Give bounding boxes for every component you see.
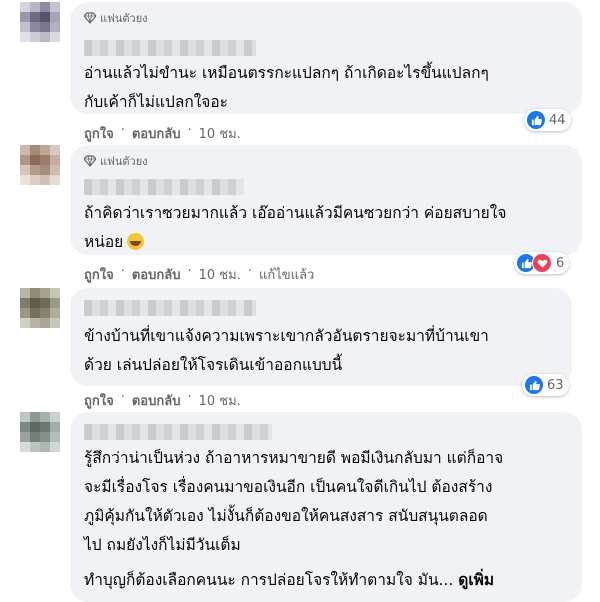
commenter-name[interactable] (84, 40, 256, 56)
reply-link[interactable]: ตอบกลับ (132, 264, 181, 285)
comment-bubble: รู้สึกว่าน่าเป็นห่วง ถ้าอาหารหมาขายดี พอ… (70, 412, 582, 602)
laughing-emoji-icon (127, 233, 145, 250)
thumbs-up-icon (525, 376, 543, 394)
reply-link[interactable]: ตอบกลับ (132, 390, 181, 411)
like-link[interactable]: ถูกใจ (84, 390, 114, 411)
avatar[interactable] (20, 412, 60, 452)
comment-text: อ่านแล้วไม่ขำนะ เหมือนตรรกะแปลกๆ ถ้าเกิด… (84, 64, 489, 111)
reaction-summary[interactable]: 44 (524, 109, 571, 131)
commenter-name[interactable] (84, 300, 256, 316)
like-link[interactable]: ถูกใจ (84, 123, 114, 144)
like-link[interactable]: ถูกใจ (84, 264, 114, 285)
comment-bubble: แฟนตัวยง อ่านแล้วไม่ขำนะ เหมือนตรรกะแปลก… (70, 2, 582, 114)
heart-icon (532, 253, 552, 273)
badge-label: แฟนตัวยง (100, 155, 148, 168)
top-fan-badge: แฟนตัวยง (84, 9, 148, 27)
reply-link[interactable]: ตอบกลับ (132, 123, 181, 144)
reaction-count: 44 (549, 112, 566, 128)
badge-label: แฟนตัวยง (100, 12, 148, 25)
timestamp[interactable]: 10 ชม. (199, 390, 241, 411)
timestamp[interactable]: 10 ชม. (199, 123, 241, 144)
comment-text: ข้างบ้านที่เขาแจ้งความเพราะเขากลัวอันตรา… (84, 327, 489, 374)
comment-actions: ถูกใจ · ตอบกลับ · 10 ชม. (84, 123, 241, 144)
comment-text: รู้สึกว่าน่าเป็นห่วง ถ้าอาหารหมาขายดี พอ… (84, 449, 504, 589)
top-fan-badge: แฟนตัวยง (84, 152, 148, 170)
edited-label[interactable]: แก้ไขแล้ว (259, 264, 314, 285)
commenter-name[interactable] (84, 179, 244, 195)
comment-actions: ถูกใจ · ตอบกลับ · 10 ชม. · แก้ไขแล้ว (84, 264, 315, 285)
avatar[interactable] (20, 2, 60, 42)
reaction-count: 63 (547, 377, 564, 393)
avatar[interactable] (20, 145, 60, 185)
comment-bubble: แฟนตัวยง ถ้าคิดว่าเราซวยมากแล้ว เอ๊ออ่าน… (70, 145, 582, 255)
avatar[interactable] (20, 288, 60, 328)
comment-text: ถ้าคิดว่าเราซวยมากแล้ว เอ๊ออ่านแล้วมีคนซ… (84, 204, 507, 251)
reaction-summary[interactable]: 63 (522, 374, 569, 396)
see-more-link[interactable]: ดูเพิ่ม (458, 571, 494, 589)
reaction-count: 6 (556, 255, 565, 271)
comment-actions: ถูกใจ · ตอบกลับ · 10 ชม. (84, 390, 241, 411)
thumbs-up-icon (527, 111, 545, 129)
timestamp[interactable]: 10 ชม. (199, 264, 241, 285)
commenter-name[interactable] (84, 424, 272, 440)
diamond-icon (84, 155, 96, 167)
diamond-icon (84, 12, 96, 24)
reaction-summary[interactable]: 6 (514, 252, 570, 274)
comment-bubble: ข้างบ้านที่เขาแจ้งความเพราะเขากลัวอันตรา… (70, 288, 572, 386)
